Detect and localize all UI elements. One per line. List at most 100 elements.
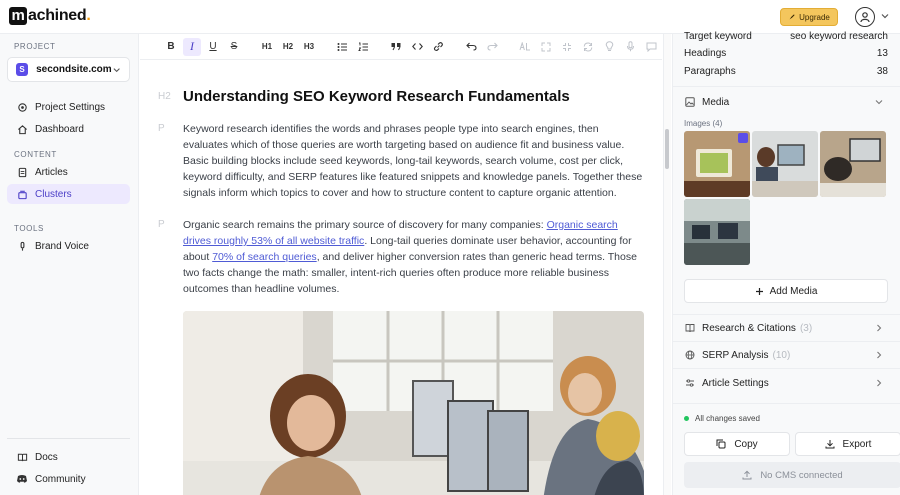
add-media-label: Add Media: [769, 285, 818, 297]
underline-icon: U: [209, 41, 217, 52]
italic-button[interactable]: I: [183, 37, 201, 56]
bold-button[interactable]: B: [162, 38, 180, 56]
discord-icon: [17, 475, 27, 483]
idea-button[interactable]: [600, 38, 618, 56]
content-section-label: CONTENT: [14, 150, 57, 159]
code-icon: [411, 43, 423, 50]
media-section-toggle[interactable]: Media: [684, 94, 884, 110]
article-heading[interactable]: Understanding SEO Keyword Research Funda…: [183, 88, 570, 105]
project-selector[interactable]: S secondsite.com: [7, 57, 130, 82]
media-thumbnail[interactable]: [684, 131, 750, 197]
article-image[interactable]: [183, 311, 644, 495]
copy-button[interactable]: Copy: [684, 432, 790, 456]
sidebar-item-brand-voice[interactable]: Brand Voice: [7, 236, 130, 256]
user-avatar[interactable]: [855, 7, 875, 27]
quote-icon: [391, 43, 401, 51]
project-section-label: PROJECT: [14, 42, 56, 51]
sidebar-item-project-settings[interactable]: Project Settings: [7, 97, 130, 117]
bullet-list-button[interactable]: [333, 38, 351, 56]
comment-button[interactable]: [642, 38, 660, 56]
section-label: Article Settings: [702, 377, 769, 389]
rewrite-button[interactable]: [579, 38, 597, 56]
numbered-list-icon: [357, 42, 368, 51]
underline-button[interactable]: U: [204, 38, 222, 56]
sidebar-item-label: Articles: [35, 166, 68, 178]
copy-icon: [716, 439, 726, 449]
shrink-button[interactable]: [558, 38, 576, 56]
media-thumbnail[interactable]: [752, 131, 818, 197]
link-icon: [433, 42, 443, 51]
chevron-down-icon[interactable]: [880, 11, 890, 21]
shrink-icon: [563, 42, 571, 51]
heading-1-button[interactable]: H1: [258, 38, 276, 56]
chevron-right-icon: [877, 324, 882, 332]
export-button[interactable]: Export: [795, 432, 900, 456]
redo-button[interactable]: [483, 38, 501, 56]
editor-scrollbar-thumb[interactable]: [665, 129, 669, 169]
link-button[interactable]: [429, 38, 447, 56]
editor-toolbar: B I U S H1 H2 H3: [140, 34, 662, 60]
panel-divider: [673, 314, 900, 315]
sidebar-item-docs[interactable]: Docs: [7, 447, 130, 467]
logo[interactable]: m achined.: [9, 7, 91, 25]
sidebar-item-dashboard[interactable]: Dashboard: [7, 119, 130, 139]
stat-label: Target keyword: [684, 31, 752, 42]
heading-3-button[interactable]: H3: [300, 38, 318, 56]
section-count: (3): [799, 322, 813, 334]
research-citations-toggle[interactable]: Research & Citations (3): [684, 320, 884, 336]
editor-area: B I U S H1 H2 H3 H2 Understanding SEO Ke…: [140, 34, 662, 495]
media-thumbnail[interactable]: [684, 199, 750, 265]
paragraph-1[interactable]: Keyword research identifies the words an…: [183, 121, 643, 201]
media-photo: [752, 131, 818, 197]
paragraph-2[interactable]: Organic search remains the primary sourc…: [183, 217, 643, 297]
code-button[interactable]: [408, 38, 426, 56]
office-photo: [183, 311, 644, 495]
article-settings-toggle[interactable]: Article Settings: [684, 375, 884, 391]
ai-button[interactable]: [516, 38, 534, 56]
numbered-list-button[interactable]: [354, 38, 372, 56]
voice-button[interactable]: [621, 38, 639, 56]
user-icon: [860, 12, 870, 23]
media-thumbnail[interactable]: [820, 131, 886, 197]
sidebar-item-community[interactable]: Community: [7, 469, 130, 489]
bullet-list-icon: [337, 42, 347, 51]
undo-button[interactable]: [462, 38, 480, 56]
heading-2-button[interactable]: H2: [279, 38, 297, 56]
strikethrough-button[interactable]: S: [225, 38, 243, 56]
images-count-label: Images (4): [684, 119, 723, 128]
block-type-tag: P: [158, 123, 165, 134]
stat-label: Headings: [684, 48, 727, 59]
layers-icon: [17, 190, 27, 199]
block-type-tag: H2: [158, 91, 171, 102]
serp-analysis-toggle[interactable]: SERP Analysis (10): [684, 347, 884, 363]
upgrade-button[interactable]: Upgrade: [780, 8, 838, 26]
status-dot-icon: [684, 416, 689, 421]
quote-button[interactable]: [387, 38, 405, 56]
sidebar-item-articles[interactable]: Articles: [7, 162, 130, 182]
panel-divider: [673, 403, 900, 404]
refresh-icon: [583, 41, 593, 52]
chevron-right-icon: [877, 351, 882, 359]
logo-dot: .: [86, 7, 91, 24]
expand-button[interactable]: [537, 38, 555, 56]
add-media-button[interactable]: Add Media: [684, 279, 888, 303]
left-sidebar: PROJECT S secondsite.com Project Setting…: [0, 34, 139, 495]
heading-2-icon: H2: [282, 42, 294, 51]
sidebar-item-label: Dashboard: [35, 123, 84, 135]
cms-connect-button[interactable]: No CMS connected: [684, 462, 900, 488]
stat-value: seo keyword research: [790, 31, 888, 42]
citation-link[interactable]: 70% of search queries: [212, 251, 316, 263]
panel-divider: [673, 86, 900, 87]
microphone-icon: [20, 241, 24, 251]
plus-icon: [755, 287, 763, 295]
image-icon: [685, 97, 695, 107]
sidebar-item-label: Docs: [35, 451, 58, 463]
section-label: SERP Analysis: [702, 349, 769, 361]
sidebar-item-label: Brand Voice: [35, 240, 89, 252]
save-status-text: All changes saved: [695, 414, 760, 423]
editor-scrollbar[interactable]: [663, 34, 671, 495]
sidebar-item-clusters[interactable]: Clusters: [7, 184, 130, 204]
stat-value: 38: [876, 66, 888, 77]
globe-icon: [685, 350, 695, 360]
project-badge: S: [16, 63, 29, 76]
